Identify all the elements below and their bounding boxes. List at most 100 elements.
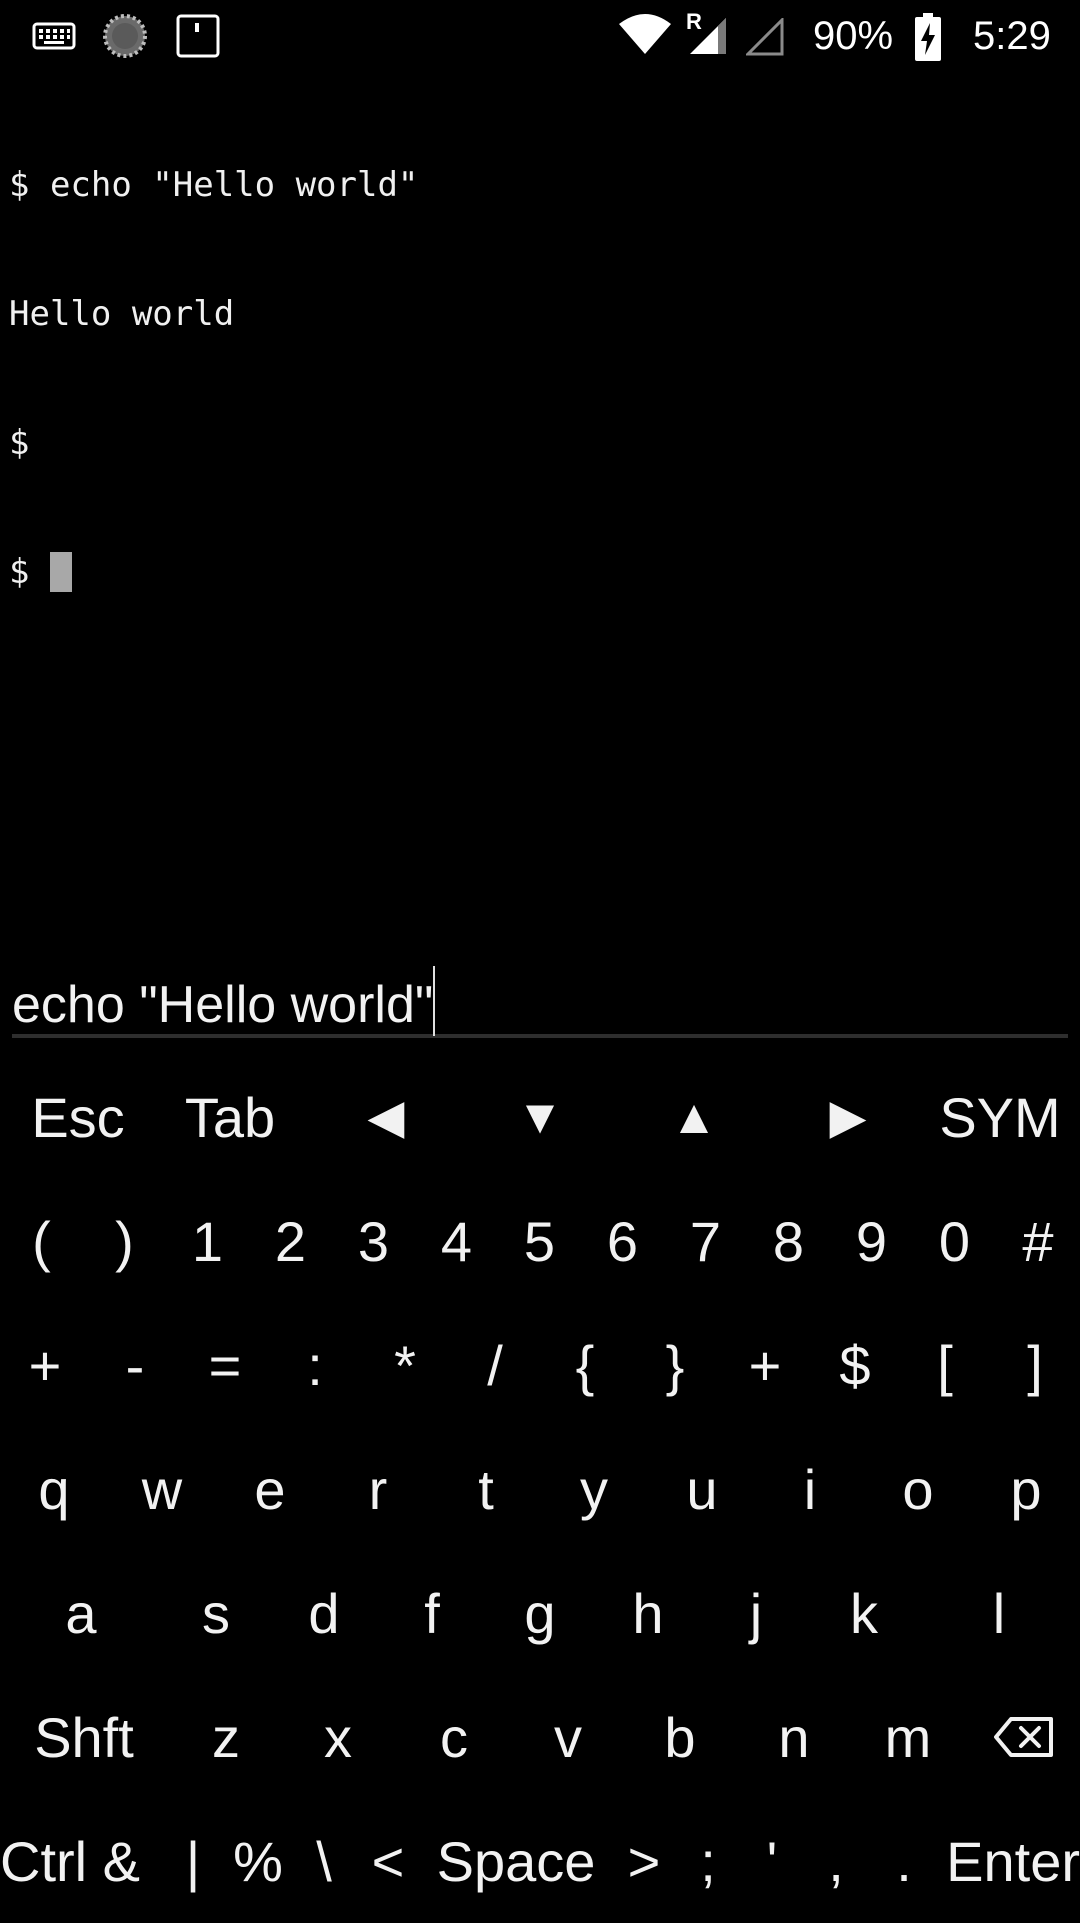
key-tab[interactable]: Tab [168, 1055, 292, 1179]
key[interactable]: 8 [747, 1179, 830, 1303]
key[interactable]: v [512, 1675, 624, 1799]
key[interactable]: y [540, 1427, 648, 1551]
terminal-line: Hello world [9, 294, 235, 334]
key[interactable]: f [378, 1551, 486, 1675]
key[interactable]: = [180, 1303, 270, 1427]
key[interactable]: l [945, 1551, 1053, 1675]
text-caret [433, 966, 436, 1036]
keyboard-row-qwerty: q w e r t y u i o p [0, 1427, 1080, 1551]
key[interactable]: 3 [332, 1179, 415, 1303]
key[interactable]: { [540, 1303, 630, 1427]
key[interactable]: w [108, 1427, 216, 1551]
key[interactable]: + [0, 1303, 90, 1427]
terminal-output[interactable]: $ echo "Hello world" Hello world $ $ [0, 78, 1080, 928]
key[interactable]: 4 [415, 1179, 498, 1303]
keyboard-icon [32, 22, 76, 50]
key[interactable]: j [702, 1551, 810, 1675]
on-screen-keyboard: Esc Tab ◀ ▼ ▲ ▶ SYM ( ) 1 2 3 4 5 6 7 8 … [0, 1055, 1080, 1920]
key[interactable]: < [360, 1799, 416, 1923]
key[interactable]: d [270, 1551, 378, 1675]
key[interactable]: k [810, 1551, 918, 1675]
key[interactable]: ) [83, 1179, 166, 1303]
terminal-line: $ [9, 423, 30, 463]
key[interactable]: e [216, 1427, 324, 1551]
key-backspace[interactable] [970, 1675, 1078, 1799]
backspace-icon [994, 1717, 1053, 1757]
terminal-line: $ echo "Hello world" [9, 165, 419, 205]
loading-spinner-icon [103, 14, 147, 58]
key[interactable]: % [228, 1799, 288, 1923]
key[interactable]: q [0, 1427, 108, 1551]
wifi-icon [619, 14, 671, 54]
key-arrow-left[interactable]: ◀ [336, 1055, 436, 1179]
key[interactable]: 1 [166, 1179, 249, 1303]
key[interactable]: , [808, 1799, 864, 1923]
key[interactable]: 2 [249, 1179, 332, 1303]
key[interactable]: ] [990, 1303, 1080, 1427]
key[interactable]: n [738, 1675, 850, 1799]
key[interactable]: s [162, 1551, 270, 1675]
roaming-signal-icon [690, 18, 726, 54]
key[interactable]: o [864, 1427, 972, 1551]
sd-card-icon [176, 14, 220, 58]
key[interactable]: 6 [581, 1179, 664, 1303]
key[interactable]: . [876, 1799, 932, 1923]
key-enter[interactable]: Enter [936, 1799, 1080, 1923]
key[interactable]: i [756, 1427, 864, 1551]
keyboard-row-zxcv: Shft z x c v b n m [0, 1675, 1080, 1799]
key[interactable]: # [996, 1179, 1080, 1303]
keyboard-row-special: Esc Tab ◀ ▼ ▲ ▶ SYM [0, 1055, 1080, 1179]
key[interactable]: ( [0, 1179, 83, 1303]
key-arrow-right[interactable]: ▶ [798, 1055, 898, 1179]
key[interactable]: [ [900, 1303, 990, 1427]
key[interactable]: 0 [913, 1179, 996, 1303]
keyboard-row-symbols: + - = : * / { } + $ [ ] [0, 1303, 1080, 1427]
key[interactable]: ' [744, 1799, 800, 1923]
battery-charging-icon [915, 13, 941, 61]
terminal-cursor [49, 552, 72, 592]
key[interactable]: t [432, 1427, 540, 1551]
clock-time: 5:29 [973, 14, 1051, 58]
key[interactable]: | [168, 1799, 218, 1923]
status-bar: R 90% 5:29 [0, 0, 1080, 72]
key[interactable]: $ [810, 1303, 900, 1427]
no-signal-icon [746, 18, 784, 56]
key[interactable]: m [852, 1675, 964, 1799]
key[interactable]: - [90, 1303, 180, 1427]
key-space[interactable]: Space [424, 1799, 608, 1923]
keyboard-row-numbers: ( ) 1 2 3 4 5 6 7 8 9 0 # [0, 1179, 1080, 1303]
command-input[interactable]: echo "Hello world" [12, 966, 1068, 1038]
key[interactable]: u [648, 1427, 756, 1551]
key[interactable]: : [270, 1303, 360, 1427]
key[interactable]: * [360, 1303, 450, 1427]
key[interactable]: 9 [830, 1179, 913, 1303]
key[interactable]: 7 [664, 1179, 747, 1303]
key[interactable]: + [720, 1303, 810, 1427]
key[interactable]: p [972, 1427, 1080, 1551]
key-arrow-down[interactable]: ▼ [490, 1055, 590, 1179]
key[interactable]: \ [296, 1799, 352, 1923]
key[interactable]: z [170, 1675, 282, 1799]
terminal-prompt: $ [9, 552, 50, 592]
keyboard-row-bottom: Ctrl & | % \ < Space > ; ' , . Enter [0, 1799, 1080, 1923]
key[interactable]: x [282, 1675, 394, 1799]
key[interactable]: > [616, 1799, 672, 1923]
key[interactable]: c [398, 1675, 510, 1799]
key[interactable]: b [624, 1675, 736, 1799]
key[interactable]: h [594, 1551, 702, 1675]
key-arrow-up[interactable]: ▲ [644, 1055, 744, 1179]
terminal-prompt-line: $ [9, 551, 1080, 594]
key[interactable]: r [324, 1427, 432, 1551]
key[interactable]: g [486, 1551, 594, 1675]
battery-percent: 90% [813, 14, 894, 58]
key-shift[interactable]: Shft [14, 1675, 154, 1799]
key[interactable]: } [630, 1303, 720, 1427]
key-ctrl[interactable]: Ctrl & [0, 1799, 148, 1923]
key[interactable]: a [27, 1551, 135, 1675]
key[interactable]: ; [680, 1799, 736, 1923]
key[interactable]: 5 [498, 1179, 581, 1303]
key-sym[interactable]: SYM [930, 1055, 1070, 1179]
key-esc[interactable]: Esc [18, 1055, 138, 1179]
key[interactable]: / [450, 1303, 540, 1427]
keyboard-row-asdf: a s d f g h j k l [0, 1551, 1080, 1675]
